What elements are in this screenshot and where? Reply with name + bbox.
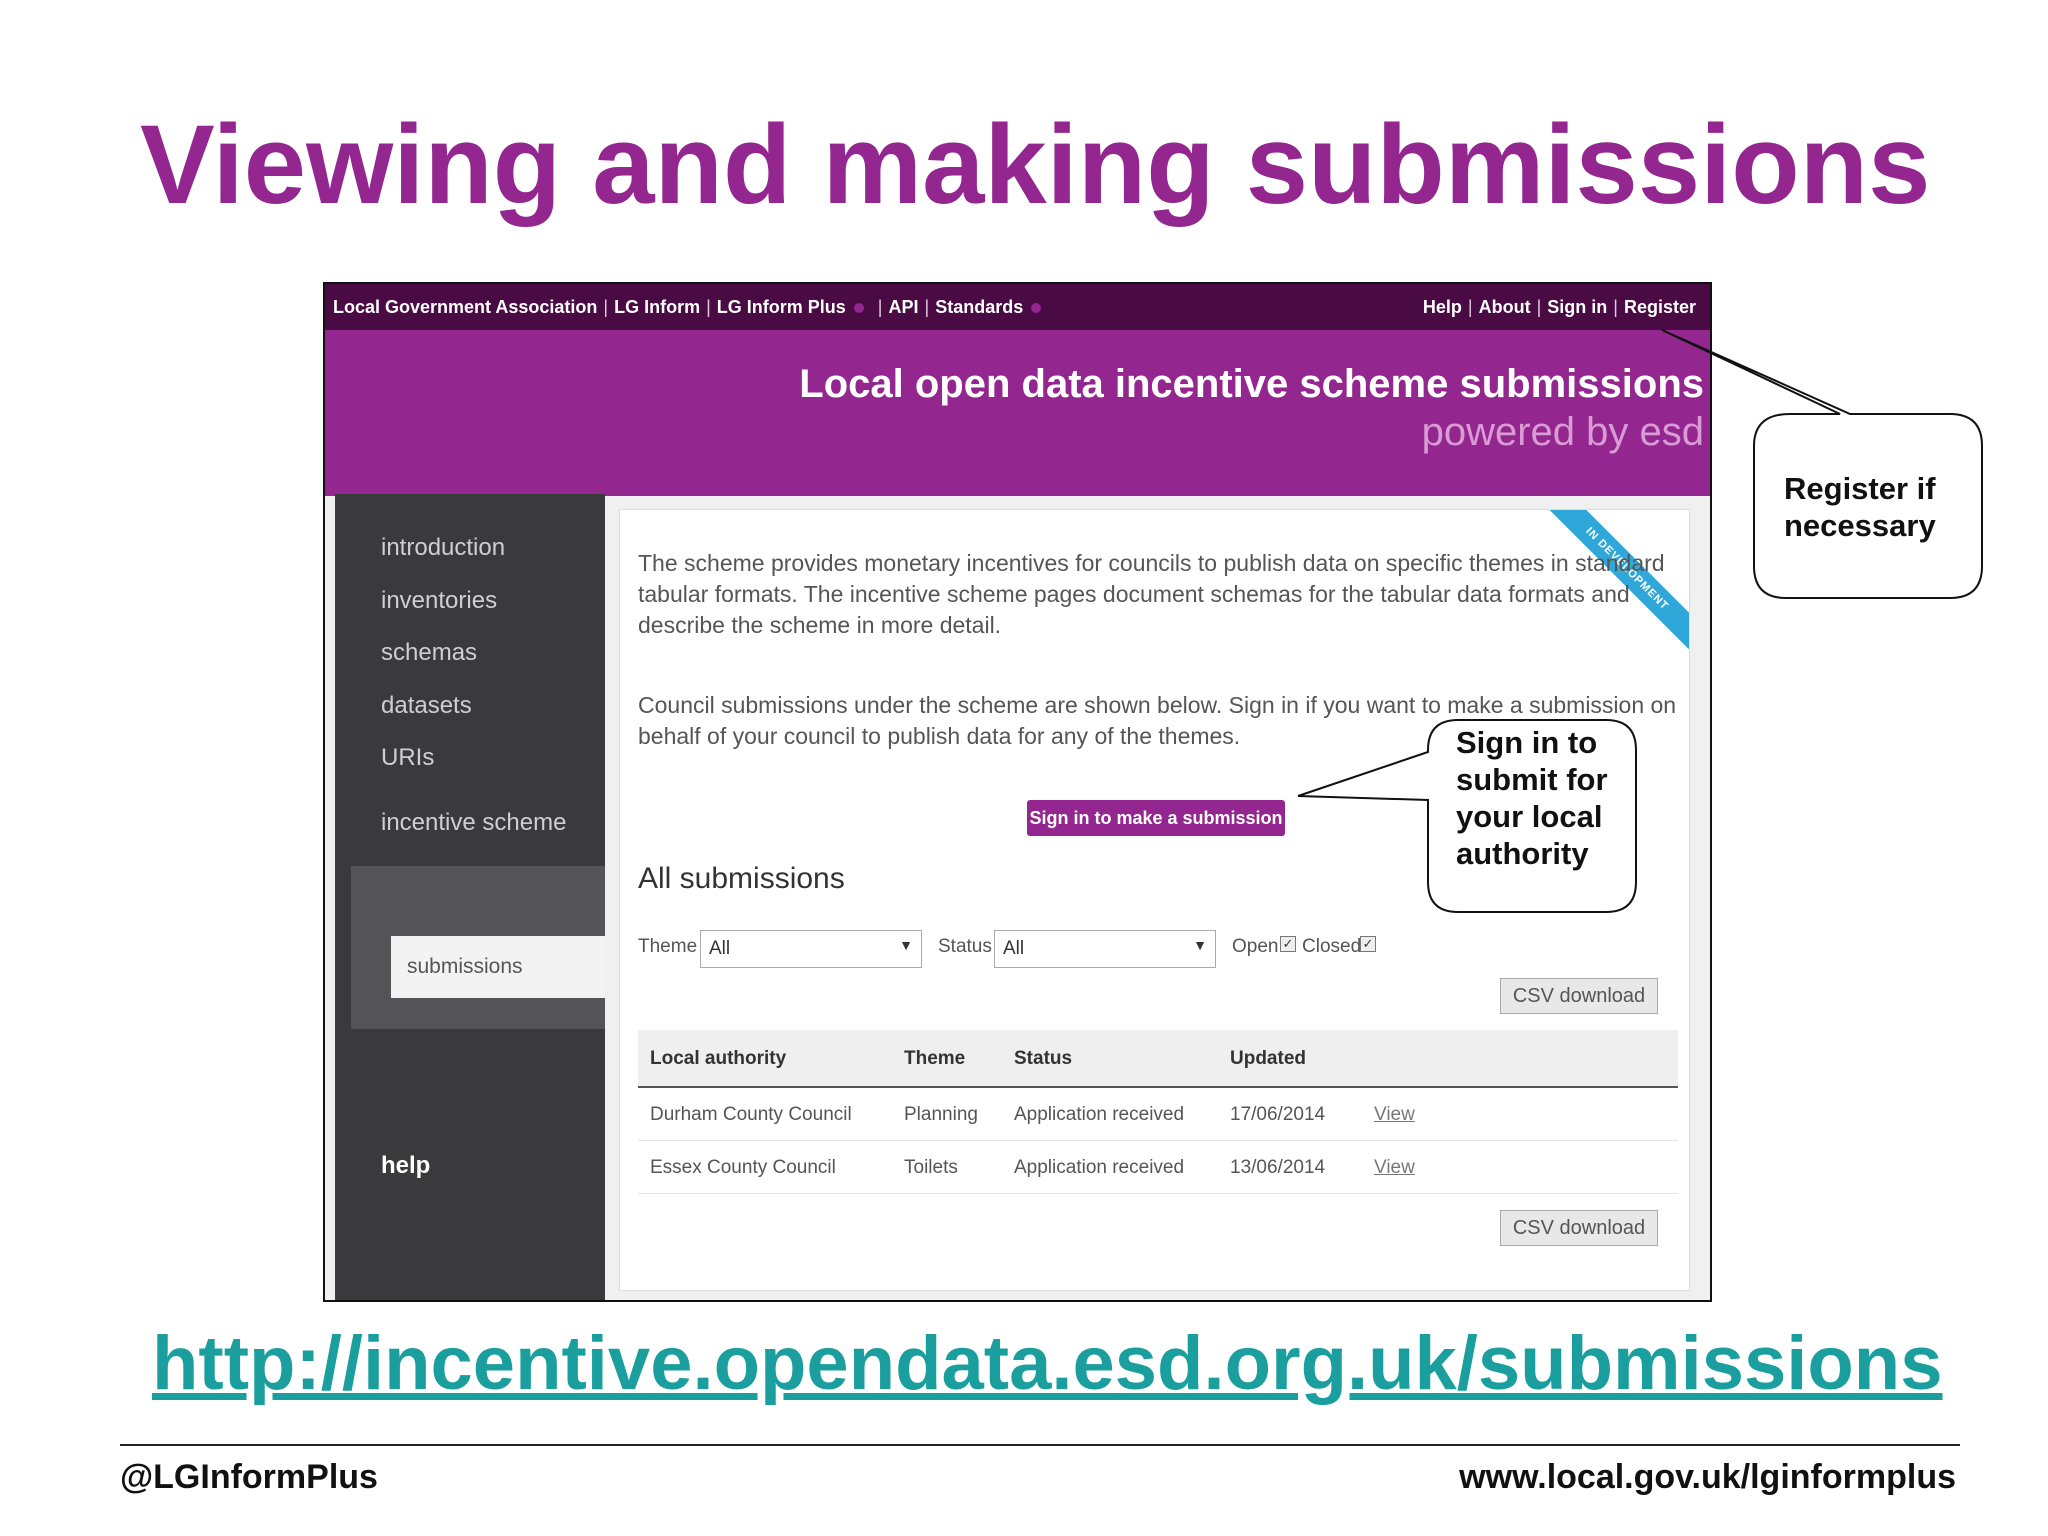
footer-divider [120,1444,1960,1446]
cell-authority: Essex County Council [650,1157,836,1178]
dropdown-arrow-icon: ▼ [1193,937,1207,953]
slide-title: Viewing and making submissions [140,102,1931,227]
sidebar-item-datasets[interactable]: datasets [381,692,472,720]
open-label: Open [1232,936,1279,957]
site-banner: Local open data incentive scheme submiss… [325,330,1710,496]
csv-download-button-bottom[interactable]: CSV download [1500,1210,1658,1246]
view-link[interactable]: View [1374,1157,1415,1179]
site-subtitle: powered by esd [1421,410,1704,454]
sidebar: introduction inventories schemas dataset… [335,494,605,1300]
view-link[interactable]: View [1374,1104,1415,1126]
column-header-authority[interactable]: Local authority [650,1048,786,1070]
sidebar-item-introduction[interactable]: introduction [381,534,505,562]
status-label: Status [938,936,992,957]
status-select-value: All [1003,938,1025,959]
sidebar-subitem-submissions[interactable]: submissions [391,936,605,998]
nav-link-api[interactable]: API [888,297,918,317]
cell-updated: 13/06/2014 [1230,1157,1326,1178]
theme-select-value: All [709,938,731,959]
topnav-left: Local Government Association | LG Inform | L… [333,297,1042,318]
nav-link-register[interactable]: Register [1624,297,1696,317]
csv-download-button-top[interactable]: CSV download [1500,978,1658,1014]
nav-link-sign-in[interactable]: Sign in [1547,297,1607,317]
register-callout-text: Register if necessary [1784,471,1936,543]
sign-in-to-submit-button[interactable]: Sign in to make a submission [1027,800,1285,836]
dropdown-arrow-icon: ▼ [899,937,913,953]
column-header-status[interactable]: Status [1014,1048,1072,1070]
column-header-theme[interactable]: Theme [904,1048,965,1070]
top-navigation-bar: Local Government Association | LG Inform | L… [325,284,1710,330]
cell-theme: Toilets [904,1157,958,1178]
theme-select[interactable]: All ▼ [700,930,922,968]
closed-checkbox[interactable]: ✓ [1360,936,1376,952]
nav-link-standards[interactable]: Standards [935,297,1023,317]
cell-theme: Planning [904,1104,978,1125]
main-content-panel: IN DEVELOPMENT The scheme provides monet… [619,509,1690,1291]
table-row: Durham County Council Planning Applicati… [638,1088,1678,1141]
nav-link-about[interactable]: About [1479,297,1531,317]
signin-callout-text: Sign in to submit for your local authori… [1456,725,1608,871]
site-title: Local open data incentive scheme submiss… [799,362,1704,406]
sidebar-item-uris[interactable]: URIs [381,744,434,772]
closed-label: Closed [1302,936,1362,957]
sidebar-item-help[interactable]: help [381,1152,430,1180]
status-select[interactable]: All ▼ [994,930,1216,968]
table-row: Essex County Council Toilets Application… [638,1141,1678,1194]
open-checkbox[interactable]: ✓ [1280,936,1296,952]
sidebar-item-incentive-scheme[interactable]: incentive scheme [381,809,566,837]
cell-updated: 17/06/2014 [1230,1104,1326,1125]
cell-status: Application received [1014,1157,1185,1178]
table-header: Local authority Theme Status Updated [638,1030,1678,1088]
sidebar-subitem-label: submissions [407,955,523,978]
cell-status: Application received [1014,1104,1185,1125]
site-url-link[interactable]: http://incentive.opendata.esd.org.uk/sub… [152,1320,1943,1407]
nav-link-help[interactable]: Help [1423,297,1462,317]
section-title: All submissions [638,862,845,895]
cell-authority: Durham County Council [650,1104,852,1125]
intro-paragraph: The scheme provides monetary incentives … [638,550,1665,638]
dot-icon [853,303,864,314]
nav-link-lg-inform-plus[interactable]: LG Inform Plus [717,297,846,317]
sidebar-item-inventories[interactable]: inventories [381,587,497,615]
theme-label: Theme [638,936,698,957]
nav-link-lga[interactable]: Local Government Association [333,297,597,317]
footer-website: www.local.gov.uk/lginformplus [1459,1458,1956,1496]
column-header-updated[interactable]: Updated [1230,1048,1306,1070]
nav-link-lg-inform[interactable]: LG Inform [614,297,700,317]
dot-icon [1031,303,1042,314]
footer-twitter-handle: @LGInformPlus [120,1458,378,1496]
sidebar-item-schemas[interactable]: schemas [381,639,477,667]
topnav-right: Help | About | Sign in | Register [1422,297,1696,317]
